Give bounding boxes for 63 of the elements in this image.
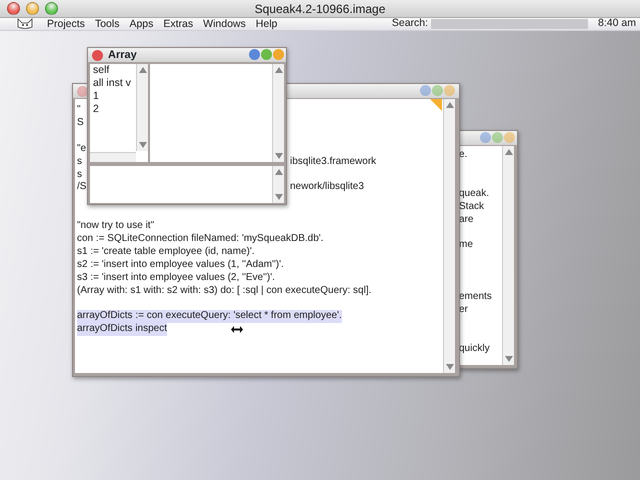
collapse-button[interactable] <box>480 132 491 143</box>
vertical-scrollbar[interactable] <box>502 146 514 365</box>
list-item[interactable]: 2 <box>90 102 134 116</box>
menu-item[interactable]: Projects <box>47 18 85 30</box>
code-text-line: (Array with: s1 with: s2 with: s3) do: [ :sql | con executeQuery: sql]. <box>77 284 372 298</box>
collapse-button[interactable] <box>249 49 260 60</box>
code-text-line: ements <box>459 290 492 304</box>
search-field[interactable] <box>431 19 588 29</box>
scroll-down-icon[interactable] <box>275 153 283 159</box>
code-text-line: S <box>77 116 84 130</box>
search-label: Search: <box>392 16 428 32</box>
scroll-down-icon[interactable] <box>505 356 513 362</box>
list-item[interactable]: self <box>90 64 134 77</box>
clock: 8:40 am <box>598 16 636 32</box>
list-item[interactable]: all inst v <box>90 76 134 90</box>
scroll-up-icon[interactable] <box>446 102 454 108</box>
expand-button[interactable] <box>432 85 443 96</box>
scroll-up-icon[interactable] <box>139 67 147 73</box>
code-text-line: s <box>77 168 82 182</box>
vertical-scrollbar[interactable] <box>272 64 284 162</box>
scroll-down-icon[interactable] <box>139 142 147 148</box>
code-text-line: s2 := 'insert into employee values (1, ''Adam'')'. <box>77 258 284 272</box>
code-text-line: quickly <box>459 342 490 356</box>
resize-cursor-icon[interactable] <box>231 326 243 333</box>
scroll-down-icon[interactable] <box>275 194 283 200</box>
code-text-line: "now try to use it" <box>77 220 154 233</box>
collapse-button[interactable] <box>420 85 431 96</box>
horizontal-scrollbar[interactable] <box>90 152 136 162</box>
code-text-line: are <box>459 214 474 226</box>
code-text-line: s3 := 'insert into employee values (2, ''Eve'')'. <box>77 272 275 285</box>
cat-face-icon[interactable] <box>16 18 34 30</box>
zoom-button[interactable] <box>45 2 58 15</box>
expand-button[interactable] <box>492 132 503 143</box>
menu-item[interactable]: Windows <box>203 18 246 30</box>
menu-item[interactable]: Help <box>256 18 278 30</box>
code-text-line: con := SQLiteConnection fileNamed: 'mySqueakDB.db'. <box>77 233 324 246</box>
expand-button[interactable] <box>261 49 272 60</box>
window-title: Squeak4.2-10966.image <box>254 1 386 18</box>
menu-item[interactable]: Tools <box>94 18 120 30</box>
scroll-up-icon[interactable] <box>505 149 513 155</box>
code-text-line: "e <box>77 142 86 156</box>
code-text-line: queak. <box>459 188 490 201</box>
close-button[interactable] <box>7 2 20 15</box>
corner-triangle-icon[interactable] <box>430 99 442 111</box>
vertical-scrollbar[interactable] <box>136 64 148 151</box>
code-text-line: Stack <box>459 200 484 214</box>
close-button[interactable] <box>92 50 103 60</box>
window-title: Array <box>108 48 137 63</box>
scroll-up-icon[interactable] <box>275 169 283 175</box>
scroll-down-icon[interactable] <box>446 364 454 370</box>
code-text-line: " <box>77 104 81 117</box>
scroll-up-icon[interactable] <box>275 67 283 73</box>
vertical-scrollbar[interactable] <box>272 166 284 203</box>
vertical-scrollbar[interactable] <box>443 99 455 373</box>
code-text-line: nework/libsqlite3 <box>290 181 364 194</box>
code-text-line: s <box>77 156 82 168</box>
code-text-line: ibsqlite3.framework <box>290 156 376 168</box>
list-item[interactable]: 1 <box>90 90 134 103</box>
menu-item[interactable]: Apps <box>129 18 154 30</box>
code-text-line: s1 := 'create table employee (id, name)'. <box>77 246 255 259</box>
menu-button[interactable] <box>273 49 284 60</box>
code-text-line: /S <box>77 181 86 194</box>
menu-item[interactable]: Extras <box>163 18 194 30</box>
